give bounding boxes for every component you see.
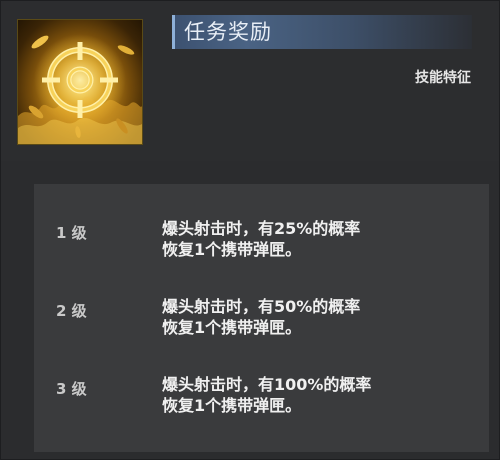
level-number: 2 级 <box>56 302 87 320</box>
golden-crosshair-icon <box>17 19 143 145</box>
skill-feature-label: 技能特征 <box>415 70 471 86</box>
level-description-line: 爆头射击时，有25%的概率 <box>162 219 361 238</box>
level-description: 爆头射击时，有100%的概率 恢复1个携带弹匣。 <box>162 374 482 416</box>
level-description-line: 恢复1个携带弹匣。 <box>162 396 302 415</box>
level-description-line: 恢复1个携带弹匣。 <box>162 240 302 259</box>
level-number: 3 级 <box>56 380 87 398</box>
tooltip-header: 任务奖励 技能特征 <box>1 1 499 161</box>
skill-tooltip-panel: 任务奖励 技能特征 1 级 爆头射击时，有25%的概率 恢复1个携带弹匣。 2 … <box>0 0 500 460</box>
level-number: 1 级 <box>56 224 87 242</box>
level-list: 1 级 爆头射击时，有25%的概率 恢复1个携带弹匣。 2 级 爆头射击时，有5… <box>34 184 489 452</box>
reward-title: 任务奖励 <box>184 20 272 44</box>
level-description: 爆头射击时，有25%的概率 恢复1个携带弹匣。 <box>162 218 482 260</box>
level-description: 爆头射击时，有50%的概率 恢复1个携带弹匣。 <box>162 296 482 338</box>
level-description-line: 爆头射击时，有50%的概率 <box>162 297 361 316</box>
level-description-line: 恢复1个携带弹匣。 <box>162 318 302 337</box>
level-description-line: 爆头射击时，有100%的概率 <box>162 375 372 394</box>
